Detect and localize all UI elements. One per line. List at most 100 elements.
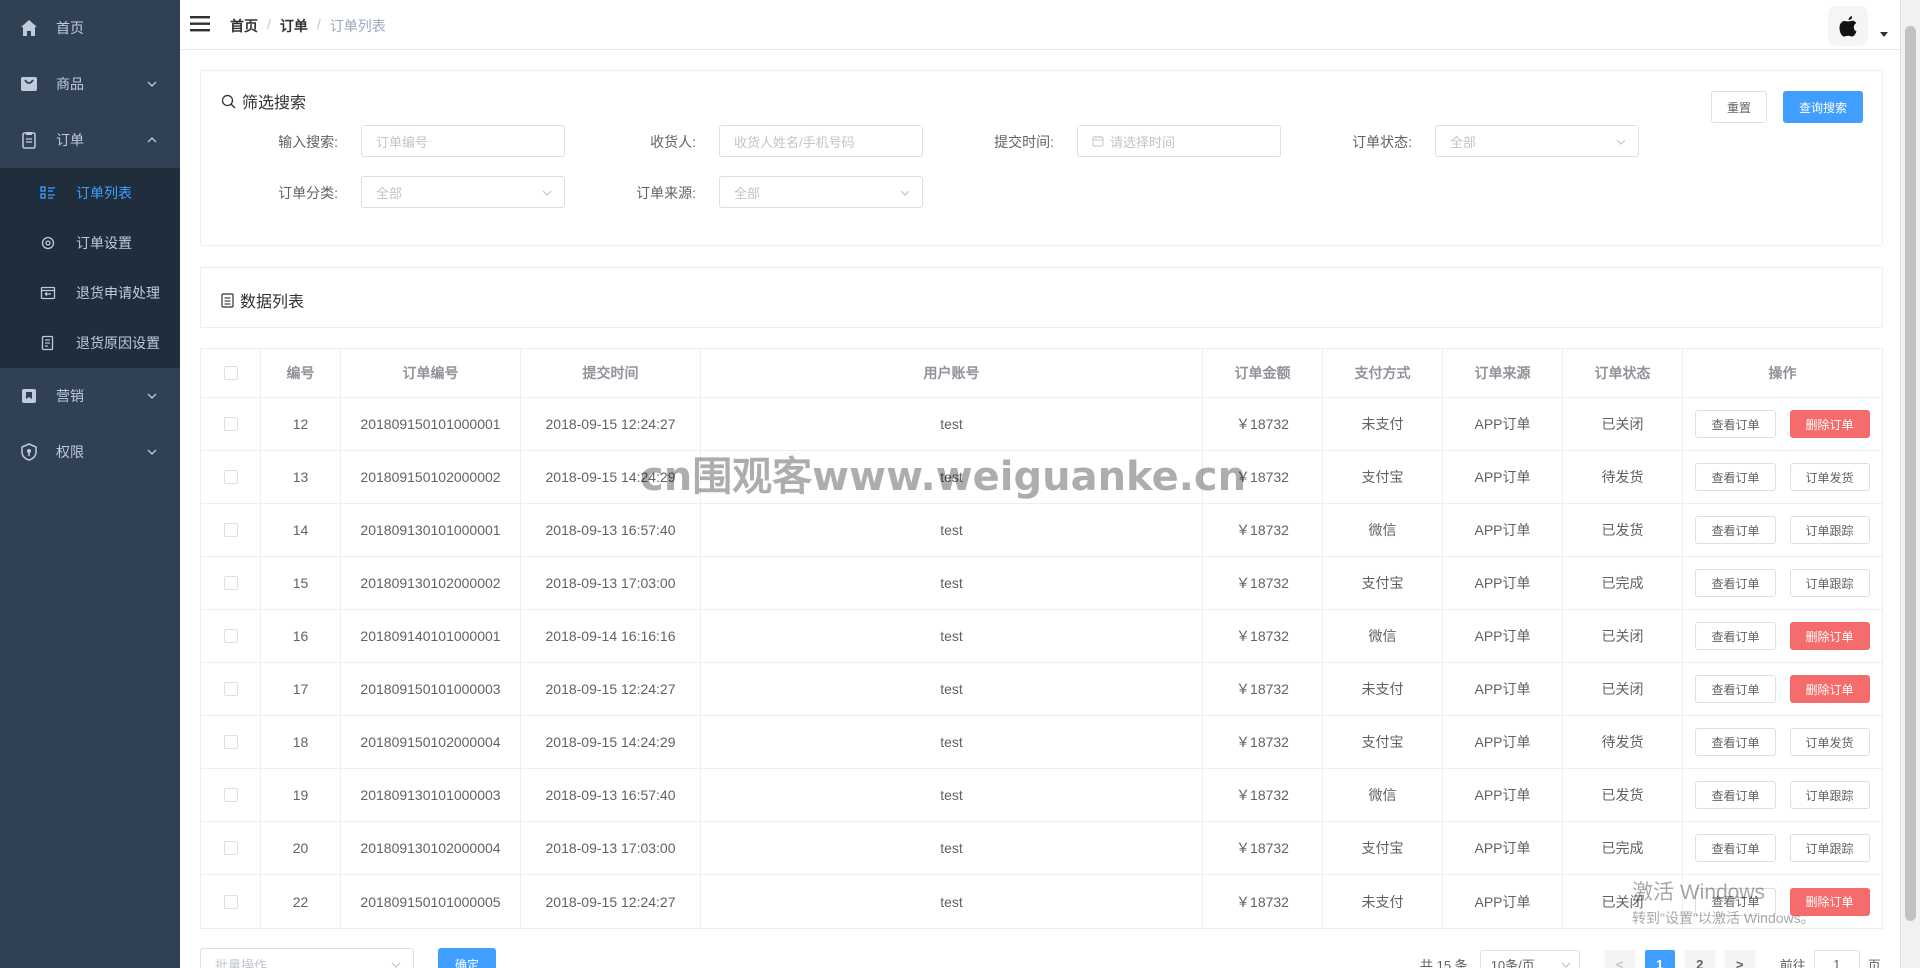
row-checkbox[interactable] [223, 417, 238, 431]
row-checkbox-cell [201, 769, 261, 821]
order-sn: 201809140101000001 [341, 610, 521, 662]
sidebar-item-permissions[interactable]: 权限 [0, 424, 180, 480]
row-action-button[interactable]: 订单跟踪 [1789, 516, 1870, 544]
order-id: 16 [261, 610, 341, 662]
row-action-button[interactable]: 删除订单 [1789, 675, 1870, 703]
order-type-select[interactable]: 全部 [361, 176, 565, 208]
row-action-button[interactable]: 订单跟踪 [1789, 569, 1870, 597]
sidebar-item-label: 首页 [56, 20, 84, 36]
sidebar-item-label: 订单列表 [76, 185, 132, 201]
page-number-1[interactable]: 1 [1644, 950, 1675, 968]
shopping-bag-icon [20, 75, 38, 93]
view-order-button[interactable]: 查看订单 [1695, 622, 1776, 650]
return-box-icon [40, 285, 56, 301]
page-number-2[interactable]: 2 [1684, 950, 1715, 968]
keyword-input[interactable]: 订单编号 [361, 125, 565, 157]
next-page-button[interactable]: > [1724, 950, 1755, 968]
row-checkbox[interactable] [223, 788, 238, 802]
row-checkbox[interactable] [223, 735, 238, 749]
list-icon [221, 292, 234, 308]
view-order-button[interactable]: 查看订单 [1695, 516, 1776, 544]
view-order-button[interactable]: 查看订单 [1695, 728, 1776, 756]
view-order-button[interactable]: 查看订单 [1695, 463, 1776, 491]
row-checkbox[interactable] [223, 523, 238, 537]
order-status: 已关闭 [1563, 663, 1683, 715]
batch-operation-select[interactable]: 批量操作 [200, 948, 414, 968]
order-sn: 201809130102000002 [341, 557, 521, 609]
caret-down-icon[interactable] [1880, 32, 1888, 37]
row-action-button[interactable]: 订单跟踪 [1789, 781, 1870, 809]
row-checkbox[interactable] [223, 470, 238, 484]
row-action-button[interactable]: 订单跟踪 [1789, 834, 1870, 862]
sidebar-item-order-list[interactable]: 订单列表 [0, 168, 180, 218]
pay-type: 支付宝 [1323, 451, 1443, 503]
order-source: APP订单 [1443, 398, 1563, 450]
avatar[interactable] [1828, 6, 1868, 46]
view-order-button[interactable]: 查看订单 [1695, 569, 1776, 597]
view-order-button[interactable]: 查看订单 [1695, 781, 1776, 809]
batch-confirm-button[interactable]: 确定 [438, 948, 496, 968]
user-account: test [701, 610, 1203, 662]
view-order-button[interactable]: 查看订单 [1695, 834, 1776, 862]
receiver-input[interactable]: 收货人姓名/手机号码 [719, 125, 923, 157]
search-button[interactable]: 查询搜索 [1783, 91, 1863, 123]
row-checkbox[interactable] [223, 841, 238, 855]
prev-page-button[interactable]: < [1604, 950, 1635, 968]
goto-page-input[interactable]: 1 [1813, 950, 1860, 968]
view-order-button[interactable]: 查看订单 [1695, 410, 1776, 438]
order-amount: ￥18732 [1203, 557, 1323, 609]
row-checkbox-cell [201, 875, 261, 928]
data-list-title: 数据列表 [221, 288, 304, 312]
filter-title: 筛选搜索 [221, 89, 306, 113]
order-source: APP订单 [1443, 769, 1563, 821]
receiver-placeholder: 收货人姓名/手机号码 [734, 134, 855, 150]
order-id: 18 [261, 716, 341, 768]
data-list-title-text: 数据列表 [240, 294, 305, 311]
sidebar-item-order-settings[interactable]: 订单设置 [0, 218, 180, 268]
row-actions: 查看订单 删除订单 [1683, 610, 1882, 662]
sidebar-item-products[interactable]: 商品 [0, 56, 180, 112]
select-all-checkbox[interactable] [223, 366, 238, 380]
order-id: 20 [261, 822, 341, 874]
breadcrumb-home[interactable]: 首页 [230, 16, 258, 36]
reset-button[interactable]: 重置 [1711, 91, 1767, 123]
table-row: 16 201809140101000001 2018-09-14 16:16:16 t… [201, 610, 1882, 663]
row-action-button[interactable]: 删除订单 [1789, 410, 1870, 438]
row-actions: 查看订单 删除订单 [1683, 663, 1882, 715]
row-checkbox[interactable] [223, 629, 238, 643]
row-checkbox[interactable] [223, 894, 238, 909]
sidebar-item-home[interactable]: 首页 [0, 0, 180, 56]
vertical-scrollbar[interactable] [1900, 0, 1920, 968]
row-action-button[interactable]: 订单发货 [1789, 463, 1870, 491]
row-checkbox[interactable] [223, 682, 238, 696]
home-icon [20, 19, 38, 37]
shield-icon [20, 443, 38, 461]
order-status-select[interactable]: 全部 [1435, 125, 1639, 157]
pay-type: 支付宝 [1323, 822, 1443, 874]
row-checkbox-cell [201, 663, 261, 715]
table-row: 20 201809130102000004 2018-09-13 17:03:00 t… [201, 822, 1882, 875]
page-size-select[interactable]: 10条/页 [1479, 950, 1580, 968]
sidebar-item-orders[interactable]: 订单 [0, 112, 180, 168]
view-order-button[interactable]: 查看订单 [1695, 675, 1776, 703]
order-source: APP订单 [1443, 663, 1563, 715]
submit-time: 2018-09-13 16:57:40 [521, 504, 701, 556]
column-header: 提交时间 [521, 349, 701, 397]
row-checkbox[interactable] [223, 576, 238, 590]
row-action-button[interactable]: 删除订单 [1789, 622, 1870, 650]
hamburger-icon[interactable] [190, 14, 212, 34]
sidebar-item-return-reason[interactable]: 退货原因设置 [0, 318, 180, 368]
sidebar-item-marketing[interactable]: 营销 [0, 368, 180, 424]
breadcrumb-orders[interactable]: 订单 [280, 16, 308, 36]
sidebar-item-return-apply[interactable]: 退货申请处理 [0, 268, 180, 318]
chevron-down-icon [147, 81, 157, 87]
order-source-select[interactable]: 全部 [719, 176, 923, 208]
order-status: 已关闭 [1563, 610, 1683, 662]
row-actions: 查看订单 订单发货 [1683, 451, 1882, 503]
scrollbar-thumb[interactable] [1905, 26, 1916, 921]
row-action-button[interactable]: 订单发货 [1789, 728, 1870, 756]
column-header: 订单状态 [1563, 349, 1683, 397]
user-account: test [701, 398, 1203, 450]
submit-time-picker[interactable]: 请选择时间 [1077, 125, 1281, 157]
order-status-label: 订单状态: [1352, 134, 1412, 150]
